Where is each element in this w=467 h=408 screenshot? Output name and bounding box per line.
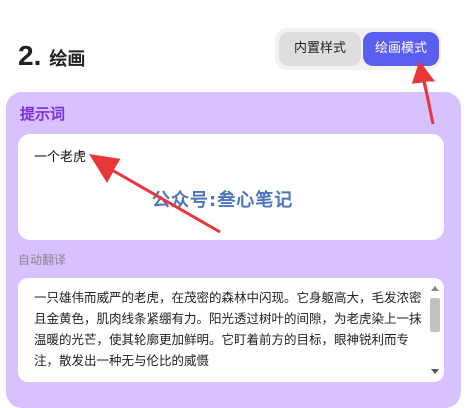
section-title: 2. 绘画 (18, 40, 85, 72)
scroll-up-icon[interactable] (431, 286, 439, 291)
watermark: 公众号:叁心笔记 (152, 190, 294, 211)
scroll-down-icon[interactable] (431, 369, 439, 374)
builtin-style-button[interactable]: 内置样式 (279, 32, 361, 66)
auto-translate-label: 自动翻译 (18, 253, 67, 267)
translation-text: 一只雄伟而威严的老虎，在茂密的森林中闪现。它身躯高大，毛发浓密且金黄色，肌肉线条… (34, 290, 422, 368)
drawing-mode-button[interactable]: 绘画模式 (363, 32, 439, 66)
section-title-text: 绘画 (49, 49, 86, 70)
translation-scrollbar[interactable] (428, 282, 442, 378)
scroll-thumb[interactable] (430, 298, 440, 332)
section-number: 2. (18, 40, 42, 71)
prompt-label: 提示词 (20, 105, 66, 123)
translation-textarea[interactable]: 一只雄伟而威严的老虎，在茂密的森林中闪现。它身躯高大，毛发浓密且金黄色，肌肉线条… (18, 278, 444, 382)
prompt-input-value: 一个老虎 (34, 150, 87, 165)
mode-toggle-group: 内置样式 绘画模式 (275, 28, 441, 70)
